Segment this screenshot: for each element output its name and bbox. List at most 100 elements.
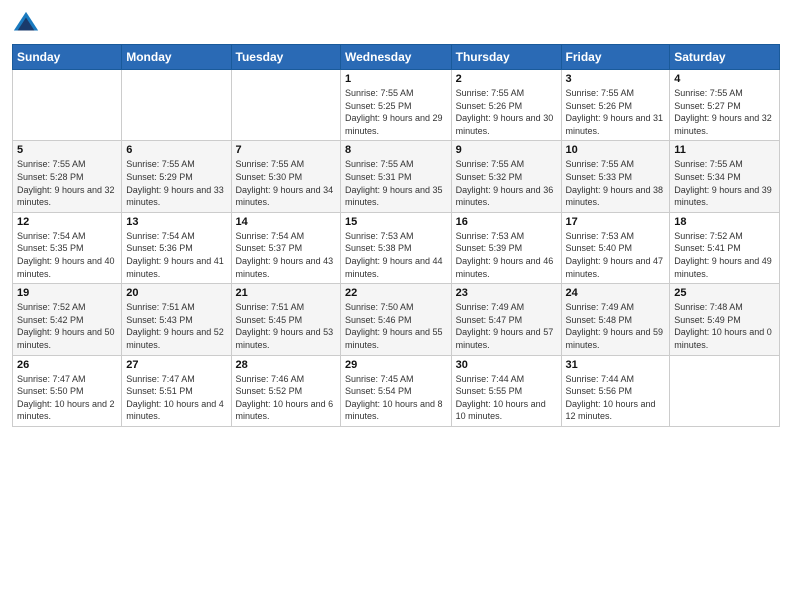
cell-info: Sunrise: 7:44 AMSunset: 5:55 PMDaylight:… bbox=[456, 373, 557, 423]
calendar-cell: 7Sunrise: 7:55 AMSunset: 5:30 PMDaylight… bbox=[231, 141, 340, 212]
calendar-cell bbox=[122, 70, 231, 141]
cell-info: Sunrise: 7:47 AMSunset: 5:50 PMDaylight:… bbox=[17, 373, 117, 423]
cell-day-number: 11 bbox=[674, 144, 775, 156]
cell-day-number: 9 bbox=[456, 144, 557, 156]
calendar-week-row: 26 Sunrise: 7:47 AMSunset: 5:50 PMDayligh… bbox=[13, 355, 780, 426]
cell-day-number: 14 bbox=[236, 216, 336, 228]
calendar-cell: 31 Sunrise: 7:44 AMSunset: 5:56 PMDayligh… bbox=[561, 355, 670, 426]
cell-info: Sunrise: 7:55 AMSunset: 5:30 PMDaylight:… bbox=[236, 158, 336, 208]
calendar-week-row: 1 Sunrise: 7:55 AMSunset: 5:25 PMDaylight… bbox=[13, 70, 780, 141]
weekday-header: Tuesday bbox=[231, 45, 340, 70]
cell-day-number: 25 bbox=[674, 287, 775, 299]
cell-day-number: 13 bbox=[126, 216, 226, 228]
cell-day-number: 15 bbox=[345, 216, 447, 228]
cell-day-number: 10 bbox=[566, 144, 666, 156]
weekday-header: Monday bbox=[122, 45, 231, 70]
cell-day-number: 3 bbox=[566, 73, 666, 85]
calendar-cell: 21Sunrise: 7:51 AMSunset: 5:45 PMDayligh… bbox=[231, 284, 340, 355]
cell-day-number: 17 bbox=[566, 216, 666, 228]
page-container: SundayMondayTuesdayWednesdayThursdayFrid… bbox=[0, 0, 792, 612]
calendar-cell: 15 Sunrise: 7:53 AMSunset: 5:38 PMDayligh… bbox=[341, 212, 452, 283]
calendar-cell: 30 Sunrise: 7:44 AMSunset: 5:55 PMDayligh… bbox=[451, 355, 561, 426]
cell-info: Sunrise: 7:54 AMSunset: 5:35 PMDaylight:… bbox=[17, 230, 117, 280]
cell-info: Sunrise: 7:44 AMSunset: 5:56 PMDaylight:… bbox=[566, 373, 666, 423]
calendar-cell: 9 Sunrise: 7:55 AMSunset: 5:32 PMDaylight… bbox=[451, 141, 561, 212]
cell-info: Sunrise: 7:52 AMSunset: 5:41 PMDaylight:… bbox=[674, 230, 775, 280]
weekday-header: Friday bbox=[561, 45, 670, 70]
cell-day-number: 23 bbox=[456, 287, 557, 299]
calendar-cell: 8Sunrise: 7:55 AMSunset: 5:31 PMDaylight… bbox=[341, 141, 452, 212]
cell-day-number: 19 bbox=[17, 287, 117, 299]
cell-info: Sunrise: 7:53 AMSunset: 5:38 PMDaylight:… bbox=[345, 230, 447, 280]
page-header bbox=[12, 10, 780, 38]
cell-info: Sunrise: 7:46 AMSunset: 5:52 PMDaylight:… bbox=[236, 373, 336, 423]
cell-info: Sunrise: 7:55 AMSunset: 5:32 PMDaylight:… bbox=[456, 158, 557, 208]
calendar-week-row: 19 Sunrise: 7:52 AMSunset: 5:42 PMDayligh… bbox=[13, 284, 780, 355]
cell-day-number: 20 bbox=[126, 287, 226, 299]
weekday-header: Saturday bbox=[670, 45, 780, 70]
calendar-cell: 27Sunrise: 7:47 AMSunset: 5:51 PMDayligh… bbox=[122, 355, 231, 426]
calendar-cell: 28Sunrise: 7:46 AMSunset: 5:52 PMDayligh… bbox=[231, 355, 340, 426]
calendar-cell: 6 Sunrise: 7:55 AMSunset: 5:29 PMDaylight… bbox=[122, 141, 231, 212]
cell-info: Sunrise: 7:50 AMSunset: 5:46 PMDaylight:… bbox=[345, 301, 447, 351]
calendar-cell: 4 Sunrise: 7:55 AMSunset: 5:27 PMDaylight… bbox=[670, 70, 780, 141]
cell-day-number: 26 bbox=[17, 359, 117, 371]
cell-info: Sunrise: 7:45 AMSunset: 5:54 PMDaylight:… bbox=[345, 373, 447, 423]
cell-day-number: 5 bbox=[17, 144, 117, 156]
cell-info: Sunrise: 7:51 AMSunset: 5:43 PMDaylight:… bbox=[126, 301, 226, 351]
calendar-cell: 5 Sunrise: 7:55 AMSunset: 5:28 PMDaylight… bbox=[13, 141, 122, 212]
calendar-cell: 11 Sunrise: 7:55 AMSunset: 5:34 PMDayligh… bbox=[670, 141, 780, 212]
cell-day-number: 22 bbox=[345, 287, 447, 299]
cell-day-number: 8 bbox=[345, 144, 447, 156]
cell-info: Sunrise: 7:55 AMSunset: 5:27 PMDaylight:… bbox=[674, 87, 775, 137]
calendar-cell: 18 Sunrise: 7:52 AMSunset: 5:41 PMDayligh… bbox=[670, 212, 780, 283]
cell-day-number: 21 bbox=[236, 287, 336, 299]
cell-day-number: 18 bbox=[674, 216, 775, 228]
calendar-week-row: 12Sunrise: 7:54 AMSunset: 5:35 PMDayligh… bbox=[13, 212, 780, 283]
cell-info: Sunrise: 7:48 AMSunset: 5:49 PMDaylight:… bbox=[674, 301, 775, 351]
cell-info: Sunrise: 7:54 AMSunset: 5:37 PMDaylight:… bbox=[236, 230, 336, 280]
cell-info: Sunrise: 7:55 AMSunset: 5:25 PMDaylight:… bbox=[345, 87, 447, 137]
cell-day-number: 2 bbox=[456, 73, 557, 85]
calendar-cell: 10 Sunrise: 7:55 AMSunset: 5:33 PMDayligh… bbox=[561, 141, 670, 212]
weekday-header: Wednesday bbox=[341, 45, 452, 70]
calendar-cell: 25 Sunrise: 7:48 AMSunset: 5:49 PMDayligh… bbox=[670, 284, 780, 355]
cell-day-number: 31 bbox=[566, 359, 666, 371]
cell-day-number: 24 bbox=[566, 287, 666, 299]
cell-info: Sunrise: 7:53 AMSunset: 5:40 PMDaylight:… bbox=[566, 230, 666, 280]
calendar-cell: 19 Sunrise: 7:52 AMSunset: 5:42 PMDayligh… bbox=[13, 284, 122, 355]
calendar-cell bbox=[13, 70, 122, 141]
cell-day-number: 1 bbox=[345, 73, 447, 85]
cell-day-number: 6 bbox=[126, 144, 226, 156]
logo-icon bbox=[12, 10, 40, 38]
cell-info: Sunrise: 7:54 AMSunset: 5:36 PMDaylight:… bbox=[126, 230, 226, 280]
cell-day-number: 27 bbox=[126, 359, 226, 371]
cell-info: Sunrise: 7:49 AMSunset: 5:48 PMDaylight:… bbox=[566, 301, 666, 351]
cell-info: Sunrise: 7:49 AMSunset: 5:47 PMDaylight:… bbox=[456, 301, 557, 351]
calendar-header-row: SundayMondayTuesdayWednesdayThursdayFrid… bbox=[13, 45, 780, 70]
calendar-cell: 14 Sunrise: 7:54 AMSunset: 5:37 PMDayligh… bbox=[231, 212, 340, 283]
weekday-header: Thursday bbox=[451, 45, 561, 70]
calendar-cell: 17 Sunrise: 7:53 AMSunset: 5:40 PMDayligh… bbox=[561, 212, 670, 283]
cell-info: Sunrise: 7:52 AMSunset: 5:42 PMDaylight:… bbox=[17, 301, 117, 351]
calendar-week-row: 5 Sunrise: 7:55 AMSunset: 5:28 PMDaylight… bbox=[13, 141, 780, 212]
calendar-cell bbox=[670, 355, 780, 426]
calendar-cell: 13 Sunrise: 7:54 AMSunset: 5:36 PMDayligh… bbox=[122, 212, 231, 283]
calendar-cell: 2 Sunrise: 7:55 AMSunset: 5:26 PMDaylight… bbox=[451, 70, 561, 141]
calendar-cell: 16Sunrise: 7:53 AMSunset: 5:39 PMDayligh… bbox=[451, 212, 561, 283]
calendar-cell bbox=[231, 70, 340, 141]
cell-info: Sunrise: 7:55 AMSunset: 5:26 PMDaylight:… bbox=[566, 87, 666, 137]
calendar-cell: 23 Sunrise: 7:49 AMSunset: 5:47 PMDayligh… bbox=[451, 284, 561, 355]
cell-info: Sunrise: 7:55 AMSunset: 5:26 PMDaylight:… bbox=[456, 87, 557, 137]
cell-info: Sunrise: 7:55 AMSunset: 5:33 PMDaylight:… bbox=[566, 158, 666, 208]
weekday-header: Sunday bbox=[13, 45, 122, 70]
calendar-cell: 26 Sunrise: 7:47 AMSunset: 5:50 PMDayligh… bbox=[13, 355, 122, 426]
cell-info: Sunrise: 7:55 AMSunset: 5:29 PMDaylight:… bbox=[126, 158, 226, 208]
calendar-cell: 24 Sunrise: 7:49 AMSunset: 5:48 PMDayligh… bbox=[561, 284, 670, 355]
cell-day-number: 30 bbox=[456, 359, 557, 371]
cell-info: Sunrise: 7:55 AMSunset: 5:34 PMDaylight:… bbox=[674, 158, 775, 208]
logo bbox=[12, 10, 44, 38]
cell-day-number: 4 bbox=[674, 73, 775, 85]
calendar-cell: 29Sunrise: 7:45 AMSunset: 5:54 PMDayligh… bbox=[341, 355, 452, 426]
cell-info: Sunrise: 7:55 AMSunset: 5:28 PMDaylight:… bbox=[17, 158, 117, 208]
